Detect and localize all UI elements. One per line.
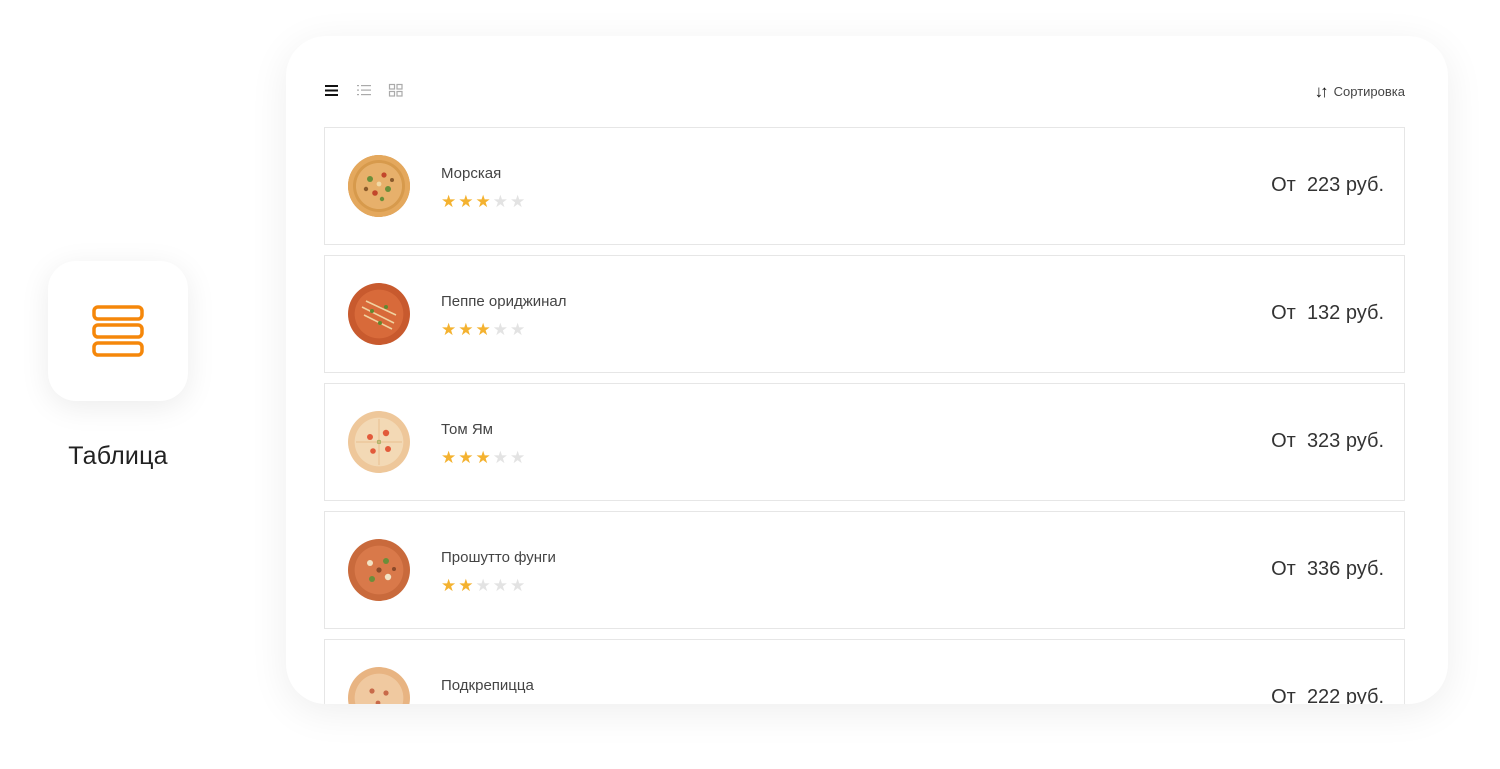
star-icon: ★ — [458, 576, 474, 595]
pizza-image — [348, 667, 410, 704]
list-bullets-icon — [357, 85, 371, 96]
star-icon: ★ — [475, 576, 491, 595]
product-name: Том Ям — [441, 421, 493, 438]
price-prefix: От — [1271, 430, 1296, 452]
price-value: 132 руб. — [1306, 302, 1384, 324]
star-icon: ★ — [441, 448, 457, 467]
price-prefix: От — [1271, 174, 1296, 196]
sort-label: Сортировка — [1333, 83, 1405, 99]
table-rows-icon — [92, 305, 144, 357]
star-icon: ★ — [458, 192, 474, 211]
product-price: От 132 руб. — [1271, 302, 1384, 325]
star-icon: ★ — [441, 576, 457, 595]
pizza-image — [348, 155, 410, 217]
star-icon: ★ — [441, 320, 457, 339]
product-row[interactable]: Том Ям ★ ★ ★ ★ ★ От 323 руб. — [324, 383, 1405, 501]
price-prefix: От — [1271, 686, 1296, 704]
product-price: От 323 руб. — [1271, 430, 1384, 453]
product-name: Морская — [441, 165, 502, 182]
product-name: Пеппе ориджинал — [441, 293, 567, 310]
product-price: От 336 руб. — [1271, 558, 1384, 581]
list-lines-icon — [325, 85, 338, 96]
feature-caption: Таблица — [68, 442, 168, 470]
rating-stars: ★ ★ ★ ★ ★ — [441, 193, 525, 210]
star-icon: ★ — [458, 448, 474, 467]
feature-tile — [48, 261, 188, 401]
product-name: Прошутто фунги — [441, 549, 556, 566]
price-value: 223 руб. — [1306, 174, 1384, 196]
price-value: 222 руб. — [1306, 686, 1384, 704]
catalog-card: ↓↑ Сортировка Морская ★ ★ ★ ★ ★ От 223 р… — [286, 36, 1448, 704]
product-price: От 223 руб. — [1271, 174, 1384, 197]
catalog-toolbar: ↓↑ Сортировка — [324, 82, 1405, 102]
pizza-image — [348, 411, 410, 473]
price-prefix: От — [1271, 558, 1296, 580]
star-icon: ★ — [492, 448, 508, 467]
price-value: 323 руб. — [1306, 430, 1384, 452]
price-prefix: От — [1271, 302, 1296, 324]
star-icon: ★ — [475, 448, 491, 467]
rating-stars: ★ ★ ★ ★ ★ — [441, 321, 525, 338]
product-row[interactable]: Прошутто фунги ★ ★ ★ ★ ★ От 336 руб. — [324, 511, 1405, 629]
star-icon: ★ — [510, 320, 526, 339]
star-icon: ★ — [510, 192, 526, 211]
star-icon: ★ — [475, 320, 491, 339]
pizza-image — [348, 539, 410, 601]
product-row[interactable]: Пеппе ориджинал ★ ★ ★ ★ ★ От 132 руб. — [324, 255, 1405, 373]
price-value: 336 руб. — [1306, 558, 1384, 580]
star-icon: ★ — [492, 320, 508, 339]
star-icon: ★ — [492, 192, 508, 211]
product-price: От 222 руб. — [1271, 686, 1384, 704]
view-list-button[interactable] — [356, 82, 372, 98]
sort-button[interactable]: ↓↑ Сортировка — [1315, 82, 1405, 100]
star-icon: ★ — [475, 192, 491, 211]
star-icon: ★ — [458, 320, 474, 339]
product-list: Морская ★ ★ ★ ★ ★ От 223 руб. Пеппе орид… — [324, 127, 1405, 704]
rating-stars: ★ ★ ★ ★ ★ — [441, 577, 525, 594]
view-table-button[interactable] — [324, 82, 340, 98]
pizza-image — [348, 283, 410, 345]
product-row[interactable]: Подкрепицца ★ ★ ★ ★ ★ От 222 руб. — [324, 639, 1405, 704]
grid-icon — [388, 83, 403, 97]
star-icon: ★ — [510, 576, 526, 595]
rating-stars: ★ ★ ★ ★ ★ — [441, 449, 525, 466]
star-icon: ★ — [492, 576, 508, 595]
product-row[interactable]: Морская ★ ★ ★ ★ ★ От 223 руб. — [324, 127, 1405, 245]
star-icon: ★ — [510, 448, 526, 467]
star-icon: ★ — [441, 192, 457, 211]
product-name: Подкрепицца — [441, 677, 534, 694]
sort-arrows-icon: ↓↑ — [1314, 81, 1329, 101]
view-grid-button[interactable] — [388, 82, 404, 98]
